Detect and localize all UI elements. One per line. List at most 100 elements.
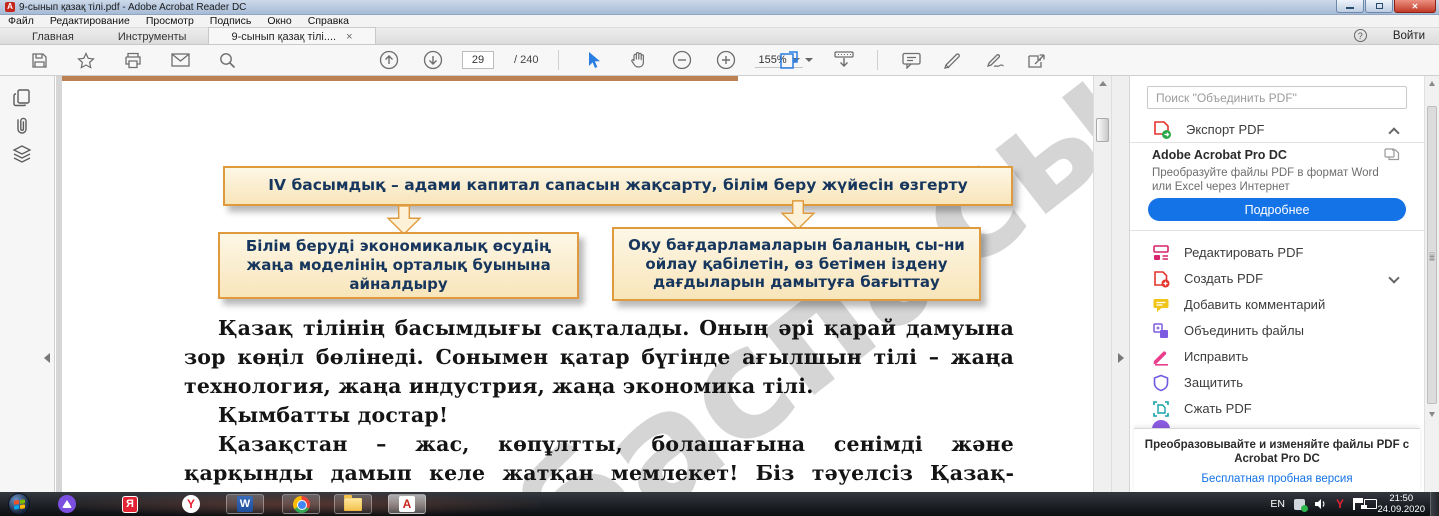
- taskbar-alice-button[interactable]: [52, 494, 82, 514]
- layers-button[interactable]: [12, 144, 32, 164]
- fit-width-button[interactable]: [829, 47, 859, 73]
- email-button[interactable]: [165, 47, 195, 73]
- tab-document-label: 9-сынып қазақ тілі....: [231, 31, 336, 43]
- menu-file[interactable]: Файл: [0, 15, 42, 27]
- tray-yandex-icon[interactable]: Y: [1336, 497, 1344, 511]
- page-thumbnails-button[interactable]: [12, 88, 32, 108]
- start-button[interactable]: [8, 493, 30, 515]
- previous-page-button[interactable]: [374, 47, 404, 73]
- fill-sign-button[interactable]: [980, 47, 1010, 73]
- menu-window[interactable]: Окно: [259, 15, 299, 27]
- tools-search-input[interactable]: [1147, 86, 1407, 109]
- taskbar-word-button[interactable]: W: [226, 494, 264, 514]
- main-toolbar: / 240 155%: [0, 45, 1439, 76]
- taskbar-yandex-browser-button[interactable]: Y: [176, 494, 206, 514]
- minimize-button[interactable]: [1336, 0, 1364, 13]
- highlight-pen-button[interactable]: [938, 47, 968, 73]
- tool-create-pdf[interactable]: Создать PDF: [1130, 266, 1424, 291]
- create-pdf-icon: [1152, 270, 1170, 288]
- signin-button[interactable]: Войти: [1393, 30, 1425, 42]
- chevron-down-icon[interactable]: [1388, 272, 1399, 283]
- tool-protect[interactable]: Защитить: [1130, 370, 1424, 395]
- tab-document[interactable]: 9-сынып қазақ тілі.... ×: [208, 27, 375, 44]
- title-bar: A 9-сынып қазақ тілі.pdf - Adobe Acrobat…: [0, 0, 1439, 15]
- select-tool-button[interactable]: [579, 47, 609, 73]
- search-button[interactable]: [212, 47, 242, 73]
- document-scrollbar[interactable]: [1093, 76, 1111, 492]
- scroll-up-icon[interactable]: [1429, 81, 1435, 86]
- print-button[interactable]: [118, 47, 148, 73]
- chevron-up-icon[interactable]: [1388, 127, 1399, 138]
- window-controls: ✕: [1336, 0, 1436, 13]
- action-center-flag-icon[interactable]: [1353, 498, 1355, 510]
- page-total-label: / 240: [514, 54, 538, 66]
- zoom-out-button[interactable]: [667, 47, 697, 73]
- tools-panel-scrollbar[interactable]: [1424, 76, 1439, 492]
- close-button[interactable]: ✕: [1394, 0, 1436, 13]
- taskbar-explorer-button[interactable]: [334, 494, 372, 514]
- send-share-button[interactable]: [1022, 47, 1052, 73]
- flowchart-right-text: Оқу бағдарламаларын баланың сы-ни ойлау …: [624, 236, 969, 292]
- tool-combine-files[interactable]: Объединить файлы: [1130, 318, 1424, 343]
- speaker-icon[interactable]: [1314, 498, 1327, 510]
- tab-home[interactable]: Главная: [10, 27, 96, 44]
- comment-button[interactable]: [896, 47, 926, 73]
- menu-view[interactable]: Просмотр: [138, 15, 202, 27]
- tab-tools[interactable]: Инструменты: [96, 27, 209, 44]
- menu-edit[interactable]: Редактирование: [42, 15, 138, 27]
- toolbar-separator: [877, 50, 878, 70]
- folder-icon: [344, 498, 362, 511]
- next-page-button[interactable]: [418, 47, 448, 73]
- tool-edit-pdf[interactable]: Редактировать PDF: [1130, 240, 1424, 265]
- help-icon[interactable]: ?: [1354, 29, 1367, 42]
- tool-compress-pdf[interactable]: Сжать PDF: [1130, 396, 1424, 421]
- language-indicator[interactable]: EN: [1270, 498, 1285, 510]
- page-fit-icon: [780, 51, 802, 69]
- show-desktop-button[interactable]: [1430, 492, 1439, 516]
- tools-panel: Экспорт PDF Adobe Acrobat Pro DC Преобра…: [1130, 76, 1424, 492]
- star-button[interactable]: [71, 47, 101, 73]
- flowchart-top-text: IV басымдық – адами капитал сапасын жақс…: [268, 176, 967, 195]
- page-fit-button[interactable]: [775, 47, 817, 73]
- document-scrollbar-thumb[interactable]: [1096, 118, 1109, 142]
- free-trial-link[interactable]: Бесплатная пробная версия: [1201, 473, 1352, 485]
- scroll-up-icon[interactable]: [1099, 81, 1107, 86]
- page-number-input[interactable]: [462, 51, 494, 69]
- yandex-badge-icon: Я: [122, 496, 138, 513]
- tab-close-icon[interactable]: ×: [346, 31, 352, 43]
- restore-button[interactable]: [1365, 0, 1393, 13]
- network-icon[interactable]: [1364, 499, 1377, 509]
- attachments-button[interactable]: [12, 116, 32, 136]
- zoom-in-button[interactable]: [711, 47, 741, 73]
- menu-help[interactable]: Справка: [300, 15, 357, 27]
- hand-tool-button[interactable]: [623, 47, 653, 73]
- acrobat-app-icon: A: [5, 2, 15, 12]
- flowchart-left-box: Білім беруді экономикалық өсудің жаңа мо…: [218, 232, 579, 299]
- acrobat-pro-promo-description: Преобразуйте файлы PDF в формат Word или…: [1152, 166, 1392, 194]
- tool-add-comment[interactable]: Добавить комментарий: [1130, 292, 1424, 317]
- fit-width-icon: [833, 51, 855, 69]
- save-button[interactable]: [24, 47, 54, 73]
- taskbar-yandex-badge-button[interactable]: Я: [115, 494, 145, 514]
- document-viewport[interactable]: баспасы IV басымдық – адами капитал сапа…: [56, 76, 1093, 492]
- taskbar-acrobat-button[interactable]: A: [388, 494, 426, 514]
- taskbar-chrome-button[interactable]: [282, 494, 320, 514]
- scroll-down-icon[interactable]: [1429, 412, 1435, 417]
- tray-update-icon[interactable]: [1294, 499, 1305, 510]
- document-body-text: Қазақ тілінің басымдығы сақталады. Оның …: [184, 314, 1014, 492]
- menu-sign[interactable]: Подпись: [202, 15, 260, 27]
- tool-fix[interactable]: Исправить: [1130, 344, 1424, 369]
- tool-label: Экспорт PDF: [1186, 122, 1264, 137]
- compress-pdf-icon: [1152, 400, 1170, 418]
- tools-panel-scrollbar-thumb[interactable]: [1427, 106, 1437, 404]
- taskbar-clock[interactable]: 21:50 24.09.2020: [1377, 493, 1425, 515]
- windows-taskbar: Я Y W A EN Y 21:50 24.09.2020: [0, 492, 1439, 516]
- collapse-right-panel-handle[interactable]: [1118, 353, 1124, 363]
- print-icon: [124, 52, 142, 69]
- tool-label: Объединить файлы: [1184, 323, 1304, 338]
- tab-bar: Главная Инструменты 9-сынып қазақ тілі..…: [0, 28, 1439, 45]
- learn-more-button[interactable]: Подробнее: [1148, 198, 1406, 221]
- collapse-left-panel-handle[interactable]: [44, 353, 50, 363]
- zoom-in-icon: [716, 50, 736, 70]
- tool-export-pdf[interactable]: Экспорт PDF: [1130, 117, 1424, 142]
